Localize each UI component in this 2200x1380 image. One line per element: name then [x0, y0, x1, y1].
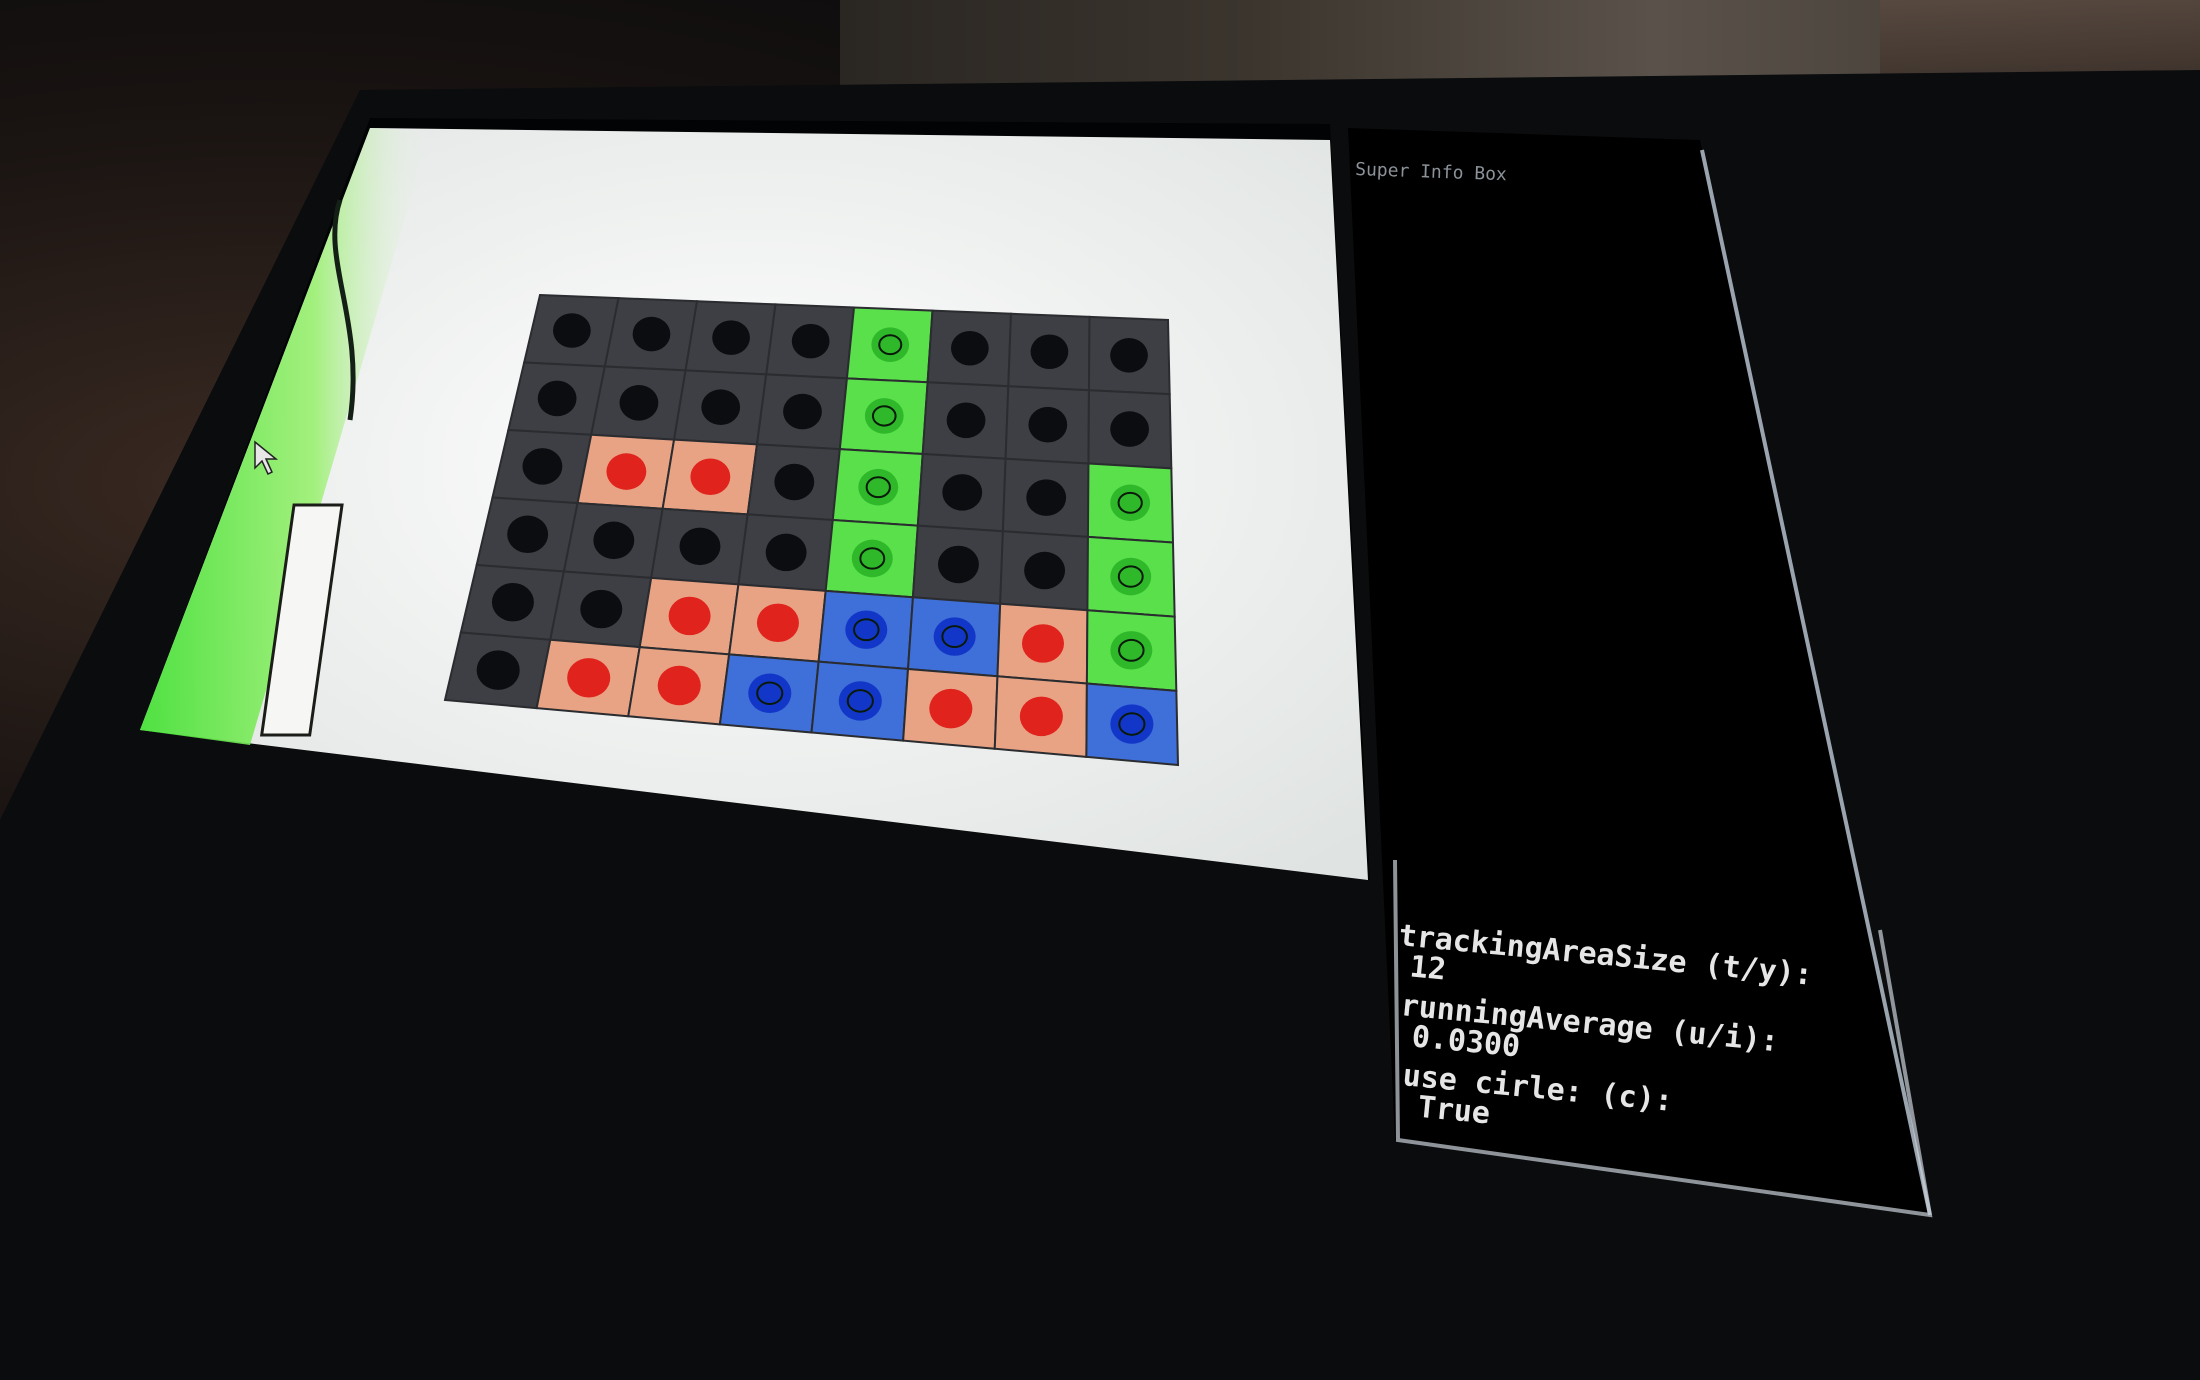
info-panel: Super Info Box trackingAreaSize (t/y): 1… — [1348, 128, 1933, 1218]
photo-scene: Super Info Box trackingAreaSize (t/y): 1… — [0, 0, 2200, 1380]
param-value: True — [1416, 1090, 1491, 1132]
param-value: 12 — [1408, 949, 1447, 987]
